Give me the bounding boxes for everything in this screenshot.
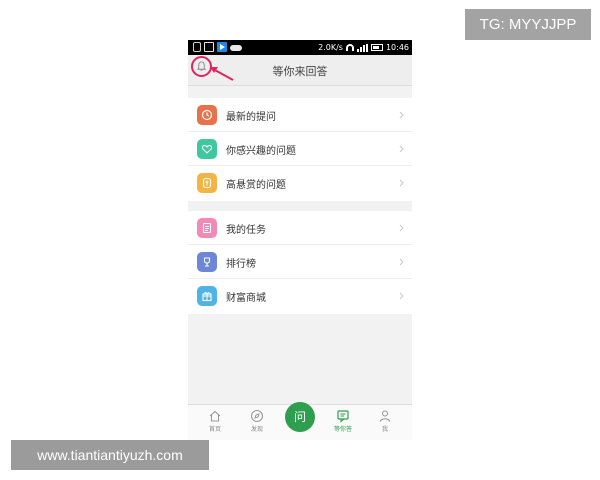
page: 2.0K/s 10:46 等你来回答 最新的提问 你感兴趣的问题 高悬赏的问题 … (0, 0, 600, 480)
menu-item-label: 高悬赏的问题 (226, 180, 286, 191)
tab-me[interactable]: 我 (368, 409, 402, 433)
coin-icon (197, 173, 217, 193)
network-speed: 2.0K/s (318, 43, 343, 52)
chevron-right-icon (399, 145, 404, 153)
tab-label: 发现 (250, 426, 263, 433)
chevron-right-icon (399, 179, 404, 187)
menu-item-label: 最新的提问 (226, 112, 276, 123)
trophy-icon (197, 252, 217, 272)
chevron-right-icon (399, 224, 404, 232)
cloud-icon (230, 45, 242, 51)
watermark-bottom-left: www.tiantiantiyuzh.com (11, 440, 209, 470)
status-notification-icons (193, 42, 242, 52)
status-bar: 2.0K/s 10:46 (188, 40, 412, 55)
image-icon (204, 42, 214, 52)
compass-icon (250, 409, 264, 423)
clock-time: 10:46 (385, 43, 409, 52)
menu-item-interested-questions[interactable]: 你感兴趣的问题 (188, 132, 412, 166)
ask-button[interactable]: 问 (285, 402, 315, 432)
menu-item-latest-questions[interactable]: 最新的提问 (188, 98, 412, 132)
heart-icon (197, 139, 217, 159)
clock-icon (197, 105, 217, 125)
menu-item-wealth-mall[interactable]: 财富商城 (188, 279, 412, 313)
chevron-right-icon (399, 292, 404, 300)
menu-item-label: 我的任务 (226, 225, 266, 236)
menu-item-high-reward-questions[interactable]: 高悬赏的问题 (188, 166, 412, 200)
menu-item-leaderboard[interactable]: 排行榜 (188, 245, 412, 279)
tab-label: 等你答 (333, 426, 352, 433)
status-system: 2.0K/s 10:46 (318, 41, 409, 54)
gift-icon (197, 286, 217, 306)
task-icon (197, 218, 217, 238)
menu-item-label: 排行榜 (226, 259, 256, 270)
annotation-arrow (210, 67, 234, 81)
phone-screen: 2.0K/s 10:46 等你来回答 最新的提问 你感兴趣的问题 高悬赏的问题 … (188, 40, 412, 440)
tab-waiting-answers[interactable]: 等你答 (326, 409, 360, 433)
menu-item-my-tasks[interactable]: 我的任务 (188, 211, 412, 245)
lock-icon (193, 42, 201, 52)
menu-group-account: 我的任务 排行榜 财富商城 (188, 211, 412, 314)
menu-group-questions: 最新的提问 你感兴趣的问题 高悬赏的问题 (188, 98, 412, 201)
play-icon (217, 42, 227, 52)
menu-item-label: 财富商城 (226, 293, 266, 304)
tab-home[interactable]: 首页 (198, 409, 232, 433)
home-icon (209, 410, 221, 422)
chevron-right-icon (399, 111, 404, 119)
menu-item-label: 你感兴趣的问题 (226, 146, 296, 157)
chevron-right-icon (399, 258, 404, 266)
watermark-top-right: TG: MYYJJPP (465, 9, 591, 40)
tab-discover[interactable]: 发现 (240, 409, 274, 433)
battery-icon (370, 44, 383, 51)
tab-label: 首页 (208, 426, 221, 433)
user-icon (379, 410, 391, 422)
tab-label: 我 (381, 426, 388, 433)
signal-icon (356, 43, 368, 52)
wifi-icon (345, 44, 354, 51)
answer-icon (337, 410, 349, 423)
